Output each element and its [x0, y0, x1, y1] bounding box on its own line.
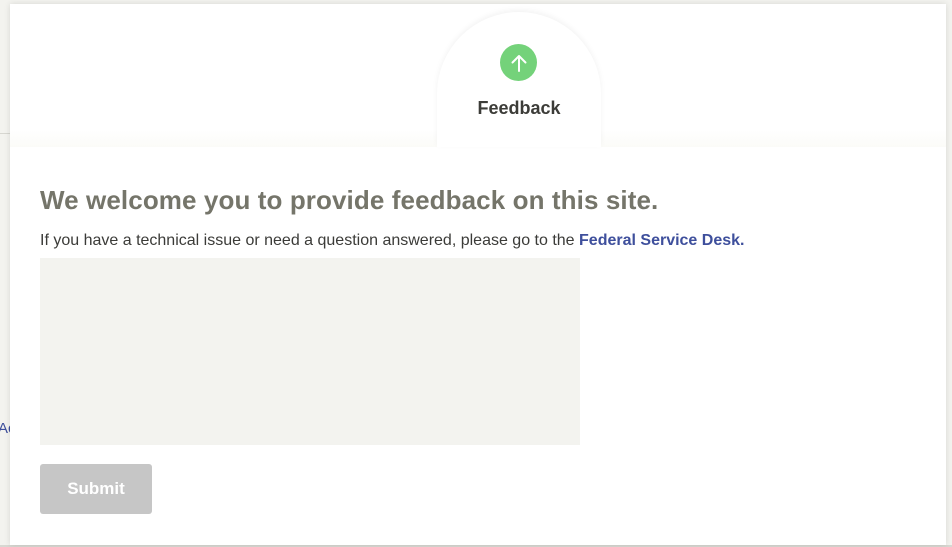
- arrow-up-icon: [500, 44, 537, 81]
- feedback-panel: Feedback We welcome you to provide feedb…: [10, 4, 946, 545]
- submit-button[interactable]: Submit: [40, 464, 152, 514]
- federal-service-desk-link[interactable]: Federal Service Desk.: [579, 232, 744, 249]
- feedback-description: If you have a technical issue or need a …: [40, 232, 744, 250]
- background-divider: [0, 133, 10, 134]
- description-text: If you have a technical issue or need a …: [40, 232, 580, 249]
- feedback-heading: We welcome you to provide feedback on th…: [40, 185, 659, 215]
- feedback-textarea[interactable]: [40, 258, 580, 445]
- feedback-tab-label: Feedback: [477, 98, 561, 118]
